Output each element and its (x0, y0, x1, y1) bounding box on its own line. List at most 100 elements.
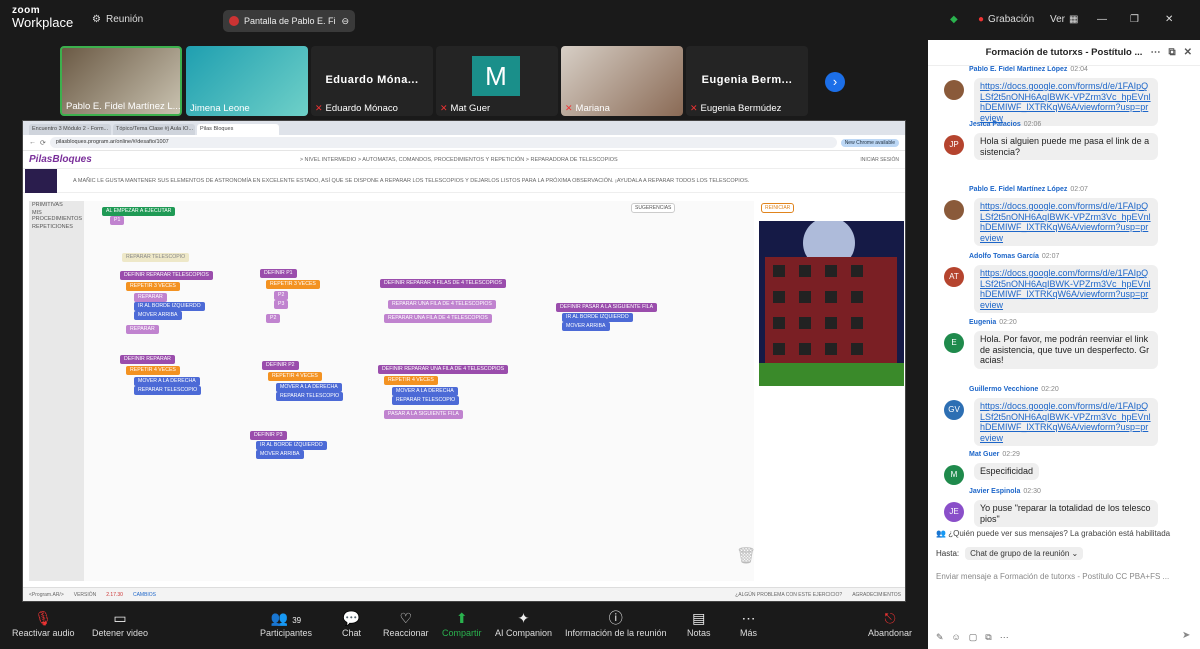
message-link[interactable]: https://docs.google.com/forms/d/e/1FAIpQ… (974, 78, 1158, 126)
thanks-link[interactable]: AGRADECIMIENTOS (852, 592, 901, 598)
trash-icon[interactable]: 🗑 (736, 546, 756, 566)
unmute-button[interactable]: 🎙 Reactivar audio (12, 608, 75, 638)
sender-name[interactable]: Pablo E. Fidel Martínez López (969, 186, 1067, 193)
call-block[interactable]: REPARAR (126, 325, 159, 335)
options-icon[interactable]: ⊖ (341, 16, 349, 27)
ghost-block[interactable]: REPARAR TELESCOPIO (122, 253, 190, 263)
action-block[interactable]: IR AL BORDE IZQUIERDO (562, 313, 633, 323)
participant-tile[interactable]: ✕ Mariana (561, 46, 683, 116)
address-bar[interactable]: pilasbloques.program.ar/online/#/desafio… (49, 137, 837, 148)
ai-companion-button[interactable]: ✦ AI Companion (495, 608, 552, 638)
reload-icon[interactable]: ⟳ (40, 139, 46, 147)
screenshot-icon[interactable]: ⧉ (985, 632, 991, 643)
message-link[interactable]: https://docs.google.com/forms/d/e/1FAIpQ… (974, 398, 1158, 446)
browser-tab-active[interactable]: Pilas Bloques (197, 124, 279, 135)
avatar[interactable]: E (944, 333, 964, 353)
define-block[interactable]: DEFINIR P3 (250, 431, 287, 441)
back-icon[interactable]: ← (29, 139, 36, 146)
action-block[interactable]: MOVER A LA DERECHA (276, 383, 342, 393)
define-block[interactable]: DEFINIR REPARAR UNA FILA DE 4 TELESCOPIO… (378, 365, 509, 375)
sender-name[interactable]: Pablo E. Fidel Martínez López (969, 66, 1067, 73)
restart-button[interactable]: REINICIAR (761, 203, 795, 213)
avatar[interactable]: JE (944, 502, 964, 522)
send-icon[interactable]: ➤ (1182, 630, 1190, 641)
sender-name[interactable]: Adolfo Tomas García (969, 253, 1039, 260)
browser-tab[interactable]: Tópico/Tema Clase #j Aula IO... (113, 124, 195, 135)
sender-name[interactable]: Eugenia (969, 319, 996, 326)
more-icon[interactable]: ⋯ (1150, 47, 1160, 58)
define-block[interactable]: DEFINIR REPARAR 4 FILAS DE 4 TELESCOPIOS (380, 279, 507, 289)
more-icon[interactable]: ⋯ (1000, 632, 1009, 643)
avatar[interactable] (944, 200, 964, 220)
action-block[interactable]: REPARAR TELESCOPIO (392, 396, 460, 406)
sender-name[interactable]: Guillermo Vecchione (969, 386, 1038, 393)
meeting-info-button[interactable]: ⓘ Información de la reunión (565, 608, 667, 638)
repeat-block[interactable]: REPETIR 4 VECES (384, 376, 438, 386)
action-block[interactable]: MOVER ARRIBA (256, 450, 304, 460)
category-procedures[interactable]: MIS PROCEDIMIENTOS (29, 209, 84, 223)
file-icon[interactable]: ▢ (969, 632, 978, 643)
define-block[interactable]: DEFINIR PASAR A LA SIGUIENTE FILA (556, 303, 658, 313)
visibility-note[interactable]: 👥 ¿Quién puede ver sus mensajes? La grab… (928, 526, 1200, 541)
participant-tile[interactable]: Eugenia Berm... ✕ Eugenia Bermúdez (686, 46, 808, 116)
define-block[interactable]: DEFINIR P2 (262, 361, 299, 371)
repeat-block[interactable]: REPETIR 3 VECES (266, 280, 320, 290)
maximize-button[interactable]: ❐ (1130, 14, 1139, 25)
define-block[interactable]: DEFINIR REPARAR (120, 355, 175, 365)
more-button[interactable]: ⋯ Más (740, 608, 757, 638)
emoji-icon[interactable]: ☺ (952, 632, 961, 643)
changes-link[interactable]: CAMBIOS (133, 592, 156, 598)
pop-out-icon[interactable]: ⧉ (1168, 47, 1175, 58)
action-block[interactable]: IR AL BORDE IZQUIERDO (134, 302, 205, 312)
action-block[interactable]: MOVER ARRIBA (134, 311, 182, 321)
react-button[interactable]: ♡ Reaccionar (383, 608, 429, 638)
avatar[interactable]: GV (944, 400, 964, 420)
sender-name[interactable]: Javier Espinola (969, 488, 1020, 495)
close-button[interactable]: ✕ (1165, 14, 1173, 25)
recording-indicator[interactable]: ● Grabación (978, 14, 1034, 25)
sender-name[interactable]: Mat Guer (969, 451, 999, 458)
define-block[interactable]: DEFINIR P1 (260, 269, 297, 279)
define-block[interactable]: DEFINIR REPARAR TELESCOPIOS (120, 271, 213, 281)
notes-button[interactable]: ▤ Notas (687, 608, 711, 638)
view-button[interactable]: Ver ▦ (1050, 14, 1078, 25)
participant-tile[interactable]: Pablo E. Fidel Martínez L... (60, 46, 182, 116)
participant-tile[interactable]: M ✕ Mat Guer (436, 46, 558, 116)
repeat-block[interactable]: REPETIR 4 VECES (268, 372, 322, 382)
call-block[interactable]: REPARAR UNA FILA DE 4 TELESCOPIOS (388, 300, 496, 310)
action-block[interactable]: MOVER A LA DERECHA (134, 377, 200, 387)
avatar[interactable]: AT (944, 267, 964, 287)
minimize-button[interactable]: — (1097, 14, 1107, 25)
stop-video-button[interactable]: ▭ Detener video (92, 608, 148, 638)
repeat-block[interactable]: REPETIR 3 VECES (126, 282, 180, 292)
sender-name[interactable]: Jesica Palacios (969, 121, 1021, 128)
share-button[interactable]: ⬆ Compartir (442, 608, 482, 638)
category-primitives[interactable]: PRIMITIVAS (29, 201, 84, 209)
next-page-button[interactable]: › (825, 72, 845, 92)
avatar[interactable]: JP (944, 135, 964, 155)
avatar[interactable]: M (944, 465, 964, 485)
call-block[interactable]: REPARAR (134, 293, 167, 303)
suggestions-button[interactable]: SUGERENCIAS (631, 203, 676, 213)
repeat-block[interactable]: REPETIR 4 VECES (126, 366, 180, 376)
message-input[interactable]: Enviar mensaje a Formación de tutorxs - … (928, 566, 1200, 587)
report-problem-link[interactable]: ¿ALGÚN PROBLEMA CON ESTE EJERCICIO? (735, 592, 842, 598)
call-block[interactable]: P2 (274, 291, 289, 301)
call-block[interactable]: P3 (274, 300, 289, 310)
category-repetitions[interactable]: REPETICIONES (29, 223, 84, 231)
recipient-select[interactable]: Chat de grupo de la reunión ⌄ (965, 547, 1084, 560)
avatar[interactable] (944, 80, 964, 100)
chrome-update-button[interactable]: New Chrome available (840, 138, 899, 147)
action-block[interactable]: REPARAR TELESCOPIO (276, 392, 344, 402)
action-block[interactable]: MOVER ARRIBA (562, 322, 610, 332)
login-link[interactable]: INICIAR SESIÓN (860, 157, 899, 163)
action-block[interactable]: MOVER A LA DERECHA (392, 387, 458, 397)
call-block[interactable]: REPARAR UNA FILA DE 4 TELESCOPIOS (384, 314, 492, 324)
format-icon[interactable]: ✎ (936, 632, 944, 643)
participant-tile[interactable]: Eduardo Móna... ✕ Eduardo Mónaco (311, 46, 433, 116)
chat-button[interactable]: 💬 Chat (342, 608, 361, 638)
leave-button[interactable]: ⎋ Abandonar (868, 608, 912, 638)
block-workspace[interactable]: AL EMPEZAR A EJECUTAR P1 REPARAR TELESCO… (84, 201, 756, 581)
message-link[interactable]: https://docs.google.com/forms/d/e/1FAIpQ… (974, 198, 1158, 246)
start-block[interactable]: AL EMPEZAR A EJECUTAR (102, 207, 176, 217)
